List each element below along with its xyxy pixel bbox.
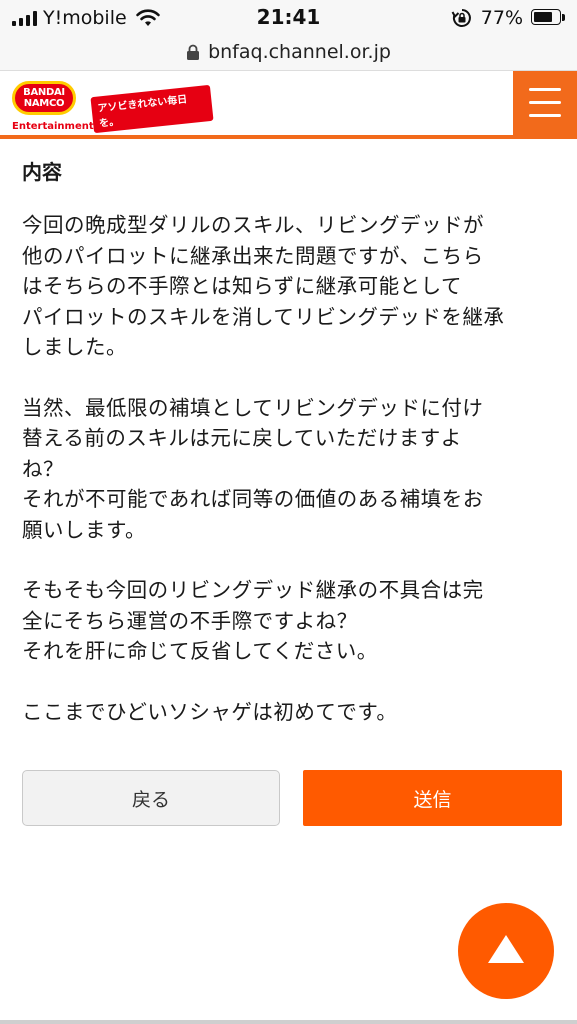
- url-text: bnfaq.channel.or.jp: [208, 41, 391, 63]
- body-line: 今回の晩成型ダリルのスキル、リビングデッドが: [22, 213, 484, 237]
- body-line: ここまでひどいソシャゲは初めてです。: [22, 699, 398, 724]
- body-line: それが不可能であれば同等の価値のある補填をお: [22, 487, 484, 511]
- body-line: パイロットのスキルを消してリビングデッドを継承: [22, 304, 505, 329]
- body-line: 願いします。: [22, 517, 146, 542]
- status-bar: Y!mobile 21:41 77%: [0, 0, 577, 34]
- section-title: 内容: [22, 160, 62, 184]
- battery-percent: 77%: [480, 7, 523, 29]
- body-line: 他のパイロットに継承出来た問題ですが、こちら: [22, 243, 484, 268]
- body-paragraph: ここまでひどいソシャゲは初めてです。: [22, 697, 550, 728]
- bandai-namco-logo[interactable]: BANDAI NAMCO Entertainment アソビきれない毎日を。: [12, 77, 214, 135]
- body-paragraph: 当然、最低限の補填としてリビングデッドに付け 替える前のスキルは元に戻していただけ…: [22, 393, 550, 546]
- body-line: 替える前のスキルは元に戻していただけますよ: [22, 426, 462, 450]
- body-line: それを肝に命じて反省してください。: [22, 639, 378, 663]
- logo-subtitle: Entertainment: [12, 121, 94, 132]
- body-line: 当然、最低限の補填としてリビングデッドに付け: [22, 395, 484, 420]
- logo-badge: BANDAI NAMCO: [12, 81, 76, 115]
- battery-icon: [531, 9, 567, 27]
- body-paragraph: そもそも今回のリビングデッド継承の不具合は完 全にそちら運営の不手際ですよね？ それ…: [22, 575, 550, 667]
- body-line: はそちらの不手際とは知らずに継承可能として: [22, 274, 462, 298]
- hamburger-menu-button[interactable]: [513, 71, 577, 135]
- status-right: 77%: [451, 6, 567, 30]
- inquiry-body: 今回の晩成型ダリルのスキル、リビングデッドが 他のパイロットに継承出来た問題ですが…: [22, 210, 550, 727]
- body-line: そもそも今回のリビングデッド継承の不具合は完: [22, 578, 484, 602]
- send-button[interactable]: 送信: [303, 770, 562, 826]
- address-bar[interactable]: bnfaq.channel.or.jp: [0, 34, 577, 71]
- triangle-up-icon: [488, 935, 524, 963]
- body-line: 全にそちら運営の不手際ですよね？: [22, 608, 358, 633]
- scroll-to-top-button[interactable]: [458, 903, 554, 999]
- orientation-lock-icon: [451, 9, 471, 27]
- site-header: BANDAI NAMCO Entertainment アソビきれない毎日を。: [0, 71, 577, 135]
- logo-line2: NAMCO: [23, 98, 65, 109]
- back-button[interactable]: 戻る: [22, 770, 280, 826]
- logo-tagline: アソビきれない毎日を。: [90, 84, 214, 134]
- header-divider: [0, 135, 577, 139]
- logo-line1: BANDAI: [23, 87, 65, 98]
- lock-icon: [187, 44, 200, 60]
- body-line: しました。: [22, 335, 127, 359]
- inquiry-content: 内容 今回の晩成型ダリルのスキル、リビングデッドが 他のパイロットに継承出来た問題…: [22, 158, 550, 757]
- body-line: ね？: [22, 456, 64, 481]
- body-paragraph: 今回の晩成型ダリルのスキル、リビングデッドが 他のパイロットに継承出来た問題ですが…: [22, 210, 550, 363]
- bottom-edge: [0, 1020, 577, 1024]
